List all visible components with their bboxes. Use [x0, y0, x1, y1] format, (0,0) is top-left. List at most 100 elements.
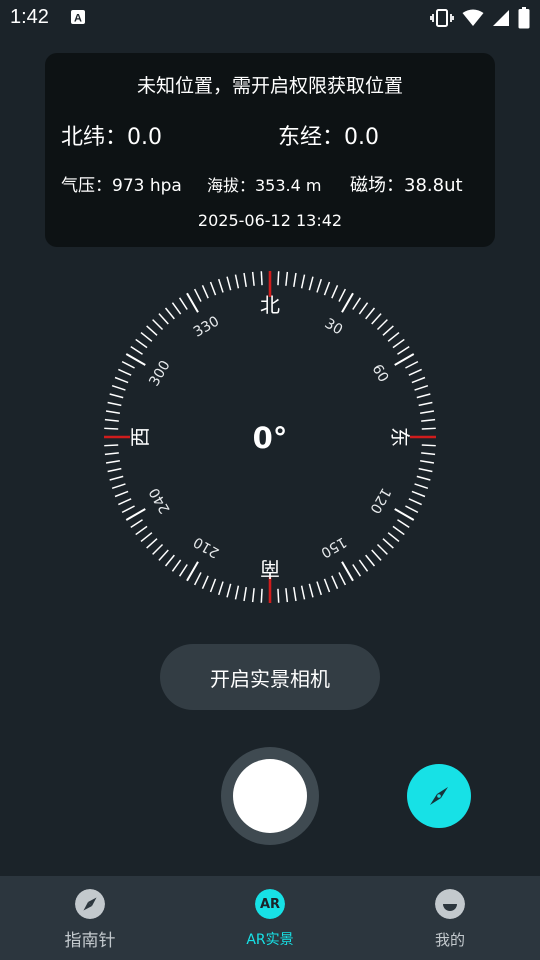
dial-tick: [178, 564, 188, 577]
dial-tick: [105, 410, 120, 414]
dial-tick: [140, 532, 153, 543]
shutter-button[interactable]: [221, 747, 319, 845]
dial-tick: [371, 549, 382, 561]
longitude-value: 东经：0.0: [278, 125, 379, 150]
dial-tick: [260, 271, 263, 286]
dial-tick: [420, 460, 435, 464]
dial-tick: [394, 353, 415, 366]
dial-tick: [118, 368, 132, 376]
dial-tick: [277, 588, 280, 603]
dial-tick: [277, 271, 280, 286]
location-status-title: 未知位置，需开启权限获取位置: [136, 75, 403, 97]
dial-tick: [243, 272, 247, 287]
dial-tick: [107, 467, 122, 473]
dial-tick: [125, 508, 146, 521]
dial-tick: [109, 393, 124, 399]
dial-tick: [121, 360, 135, 369]
dial-tick: [308, 276, 314, 291]
dial-tick: [251, 271, 255, 286]
ar-icon-text: AR: [260, 897, 280, 912]
dial-tick: [164, 554, 175, 567]
dial-tick: [118, 498, 132, 506]
nav-item-profile[interactable]: 我的: [360, 876, 540, 960]
dial-tick: [217, 581, 224, 596]
nav-item-ar[interactable]: AR AR实景: [180, 876, 360, 960]
nav-label-compass: 指南针: [64, 931, 116, 951]
nav-item-compass[interactable]: 指南针: [0, 876, 180, 960]
compass-needle-icon: [430, 787, 448, 805]
heading-readout: 0°: [253, 421, 288, 455]
dial-tick: [243, 587, 247, 602]
dial-tick: [109, 475, 124, 481]
dial-tick: [104, 418, 119, 422]
dial-tick: [209, 578, 217, 593]
profile-icon: [435, 889, 465, 919]
dial-tick: [376, 543, 388, 555]
dial-tick: [341, 292, 354, 313]
dial-tick: [111, 384, 126, 391]
dial-tick: [382, 538, 394, 549]
dial-tick: [316, 581, 323, 596]
latitude-value: 北纬：0.0: [61, 125, 162, 150]
dial-tick: [421, 427, 436, 430]
dial-tick: [323, 578, 331, 593]
compass-mode-button[interactable]: [407, 764, 471, 828]
direction-north: 北: [260, 293, 280, 317]
dial-tick: [408, 368, 422, 376]
dial-tick: [107, 401, 122, 407]
battery-icon: [518, 7, 530, 29]
dial-tick: [414, 483, 429, 490]
direction-east: 东: [388, 427, 412, 447]
dial-tick: [104, 427, 119, 430]
dial-tick: [217, 278, 224, 293]
dial-degree-label: 330: [191, 313, 222, 340]
dial-tick: [418, 401, 433, 407]
dial-tick: [358, 559, 369, 572]
dial-tick: [293, 587, 297, 602]
dial-tick: [331, 285, 339, 299]
wifi-icon: [462, 9, 484, 26]
dial-tick: [411, 490, 426, 498]
dial-tick: [135, 338, 148, 349]
dial-degree-label: 60: [369, 362, 392, 385]
dial-tick: [285, 588, 289, 603]
status-time: 1:42: [10, 6, 49, 28]
dial-tick: [376, 319, 388, 331]
dial-tick: [104, 444, 119, 447]
dial-degree-label: 150: [318, 533, 349, 560]
dial-tick: [193, 572, 202, 586]
dial-tick: [111, 483, 126, 490]
dial-degree-label: 240: [146, 485, 173, 516]
dial-tick: [352, 564, 362, 577]
dial-tick: [397, 345, 410, 355]
status-bar: 1:42 A: [0, 0, 540, 36]
dial-tick: [105, 460, 120, 464]
dial-tick: [300, 585, 306, 600]
dial-tick: [418, 467, 433, 473]
dial-tick: [365, 554, 376, 567]
dial-tick: [178, 297, 188, 310]
dial-tick: [338, 288, 347, 302]
dial-tick: [171, 302, 182, 315]
magnetic-field-value: 磁场：38.8ut: [350, 175, 463, 196]
dial-tick: [405, 505, 419, 514]
dial-tick: [209, 281, 217, 296]
dial-tick: [323, 281, 331, 296]
dial-tick: [338, 572, 347, 586]
open-ar-camera-button[interactable]: 开启实景相机: [160, 644, 380, 710]
nav-label-profile: 我的: [434, 931, 465, 949]
dial-tick: [392, 338, 405, 349]
dial-tick: [140, 331, 153, 342]
dial-tick: [171, 559, 182, 572]
shutter-inner: [233, 759, 307, 833]
dial-degree-label: 30: [322, 316, 345, 339]
dial-degree-label: 210: [191, 533, 222, 560]
status-icons: [430, 7, 530, 29]
dial-tick: [420, 410, 435, 414]
dial-tick: [146, 538, 158, 549]
dial-degree-label: 120: [366, 485, 393, 516]
pressure-value: 气压：973 hpa: [61, 176, 182, 196]
dial-tick: [421, 444, 436, 447]
dial-tick: [201, 285, 209, 299]
svg-text:A: A: [74, 13, 82, 25]
